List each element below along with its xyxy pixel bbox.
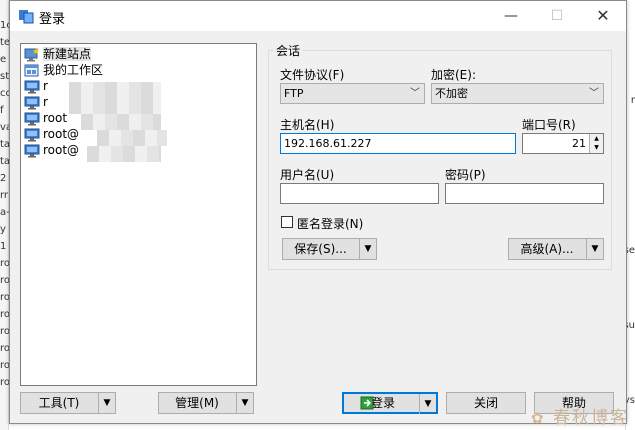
site-tree-item[interactable]: r (24, 94, 48, 110)
background-text: r (630, 95, 635, 106)
port-spinner[interactable]: ▲ ▼ (589, 134, 603, 153)
spin-up-icon[interactable]: ▲ (590, 134, 603, 143)
computer-icon (24, 80, 40, 93)
computer-icon (24, 96, 40, 109)
dropdown-arrow-icon[interactable]: ▼ (359, 239, 376, 259)
port-value: 21 (572, 137, 586, 150)
port-input[interactable]: 21 ▲ ▼ (522, 133, 604, 154)
background-text: f (0, 105, 4, 116)
port-label: 端口号(R) (522, 118, 576, 132)
login-dialog: 登录 — ☐ ✕ 新建站点我的工作区 r r root root@ root@ 工具(T)… (9, 0, 627, 424)
site-tree-item[interactable]: r (24, 78, 48, 94)
computer-icon (24, 128, 40, 141)
minimize-button[interactable]: — (488, 1, 534, 31)
username-label: 用户名(U) (280, 168, 335, 182)
site-tree-item-label: r (43, 95, 48, 109)
dropdown-arrow-icon[interactable]: ▼ (586, 239, 603, 259)
anonymous-checkbox[interactable] (281, 216, 293, 228)
background-text: e (0, 54, 7, 65)
background-text: rr (0, 190, 9, 201)
close-button[interactable]: 关闭 (446, 392, 526, 414)
chevron-down-icon: ﹀ (410, 88, 420, 99)
background-text: 2 (0, 173, 7, 184)
redacted-area (69, 82, 161, 98)
host-label: 主机名(H) (280, 118, 335, 132)
site-tree-item-label: 我的工作区 (43, 63, 104, 77)
site-tree[interactable]: 新建站点我的工作区 r r root root@ root@ (20, 43, 257, 386)
advanced-button[interactable]: 高级(A)... ▼ (508, 238, 604, 260)
dropdown-arrow-icon[interactable]: ▼ (236, 393, 253, 413)
computer-icon (24, 144, 40, 157)
close-window-button[interactable]: ✕ (580, 1, 626, 31)
window-title: 登录 (39, 12, 66, 27)
chevron-down-icon: ﹀ (589, 88, 599, 99)
host-value: 192.168.61.227 (284, 137, 372, 150)
background-window-left: 1cteestacoufvatata2rra-y1rororororororor… (0, 0, 18, 430)
login-button-label: 登录 (370, 396, 395, 410)
title-bar[interactable]: 登录 — ☐ ✕ (10, 1, 626, 31)
redacted-area (97, 130, 167, 146)
site-tree-item[interactable]: 新建站点 (24, 46, 92, 62)
redacted-area (81, 114, 161, 130)
session-group-title: 会话 (273, 42, 304, 59)
password-input[interactable] (445, 183, 604, 204)
anonymous-label[interactable]: 匿名登录(N) (297, 215, 363, 232)
redacted-area (69, 98, 161, 114)
tools-button-label: 工具(T) (38, 396, 80, 410)
close-button-label: 关闭 (473, 396, 498, 410)
protocol-select[interactable]: FTP ﹀ (280, 83, 425, 104)
lotus-icon: ✿ (531, 409, 546, 427)
save-button-label: 保存(S)... (294, 242, 347, 256)
encryption-select[interactable]: 不加密 ﹀ (431, 83, 604, 104)
background-text: 1 (0, 241, 7, 252)
dropdown-arrow-icon[interactable]: ▼ (419, 394, 436, 414)
watermark-text: 春秋博客 (553, 408, 629, 428)
username-input[interactable] (280, 183, 439, 204)
dropdown-arrow-icon[interactable]: ▼ (98, 393, 115, 413)
workspace-icon (24, 64, 39, 76)
site-tree-item[interactable]: root@ (24, 142, 79, 158)
protocol-value: FTP (284, 87, 304, 100)
site-tree-item-label: root (43, 111, 68, 125)
site-tree-item-label: r (43, 79, 48, 93)
encryption-value: 不加密 (435, 87, 468, 100)
spin-down-icon[interactable]: ▼ (590, 143, 603, 152)
new-site-icon (24, 47, 39, 61)
password-label: 密码(P) (445, 168, 486, 182)
computer-icon (24, 112, 40, 125)
manage-button-label: 管理(M) (175, 396, 219, 410)
advanced-button-label: 高级(A)... (520, 242, 574, 256)
blog-watermark: ✿ 春秋博客 (531, 403, 629, 428)
login-button[interactable]: 登录 ▼ (342, 392, 438, 414)
site-tree-item[interactable]: root (24, 110, 67, 126)
site-tree-item[interactable]: root@ (24, 126, 79, 142)
site-tree-item[interactable]: 我的工作区 (24, 62, 103, 78)
site-tree-item-label: root@ (43, 143, 80, 157)
save-button[interactable]: 保存(S)... ▼ (282, 238, 377, 260)
protocol-label: 文件协议(F) (280, 68, 345, 82)
manage-button[interactable]: 管理(M) ▼ (158, 392, 254, 414)
winscp-app-icon (19, 10, 34, 24)
site-tree-item-label: 新建站点 (43, 47, 92, 61)
encryption-label: 加密(E): (431, 68, 476, 82)
maximize-button[interactable]: ☐ (534, 1, 580, 31)
background-text: y (0, 224, 6, 235)
redacted-area (87, 146, 161, 162)
tools-button[interactable]: 工具(T) ▼ (20, 392, 116, 414)
site-tree-item-label: root@ (43, 127, 80, 141)
login-icon (360, 396, 374, 410)
host-input[interactable]: 192.168.61.227 (280, 133, 516, 154)
